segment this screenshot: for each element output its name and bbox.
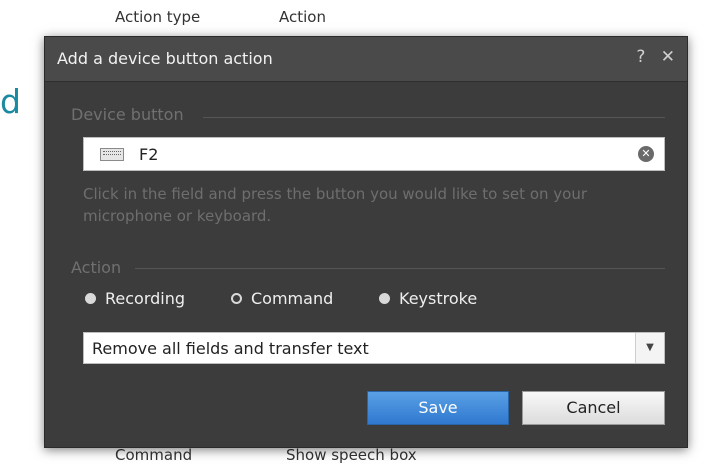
background-row-action: Show speech box (286, 446, 417, 464)
radio-recording[interactable]: Recording (85, 289, 185, 308)
dialog-title: Add a device button action (57, 49, 273, 68)
keyboard-icon (100, 148, 124, 161)
help-icon[interactable]: ? (636, 47, 645, 67)
cancel-button[interactable]: Cancel (522, 391, 665, 425)
radio-unselected-icon (85, 293, 96, 304)
radio-keystroke[interactable]: Keystroke (379, 289, 477, 308)
command-dropdown[interactable]: Remove all fields and transfer text ▼ (83, 332, 665, 364)
action-section-label: Action (71, 258, 122, 277)
device-button-field[interactable]: F2 ✕ (83, 137, 665, 171)
device-button-hint: Click in the field and press the button … (83, 185, 587, 225)
chevron-down-icon[interactable]: ▼ (635, 333, 664, 363)
section-divider (203, 117, 665, 118)
radio-command-label: Command (251, 289, 334, 308)
radio-keystroke-label: Keystroke (399, 289, 478, 308)
column-header-action: Action (279, 8, 326, 26)
radio-recording-label: Recording (105, 289, 186, 308)
background-partial-heading: d (0, 82, 21, 121)
section-divider (135, 268, 665, 269)
radio-unselected-icon (379, 293, 390, 304)
clear-icon[interactable]: ✕ (638, 146, 654, 162)
dialog-titlebar: Add a device button action ? ✕ (45, 37, 687, 82)
close-icon[interactable]: ✕ (661, 47, 675, 67)
radio-selected-icon (231, 293, 242, 304)
column-header-action-type: Action type (115, 8, 201, 26)
titlebar-controls: ? ✕ (626, 47, 675, 67)
background-row-action-type: Command (115, 446, 193, 464)
command-dropdown-value: Remove all fields and transfer text (92, 339, 369, 358)
background-table-header: Action type Action (0, 0, 712, 34)
add-device-button-action-dialog: Add a device button action ? ✕ Device bu… (44, 36, 688, 448)
device-button-value: F2 (139, 145, 159, 164)
device-button-section-label: Device button (71, 105, 184, 124)
save-button[interactable]: Save (367, 391, 509, 425)
radio-command[interactable]: Command (231, 289, 333, 308)
